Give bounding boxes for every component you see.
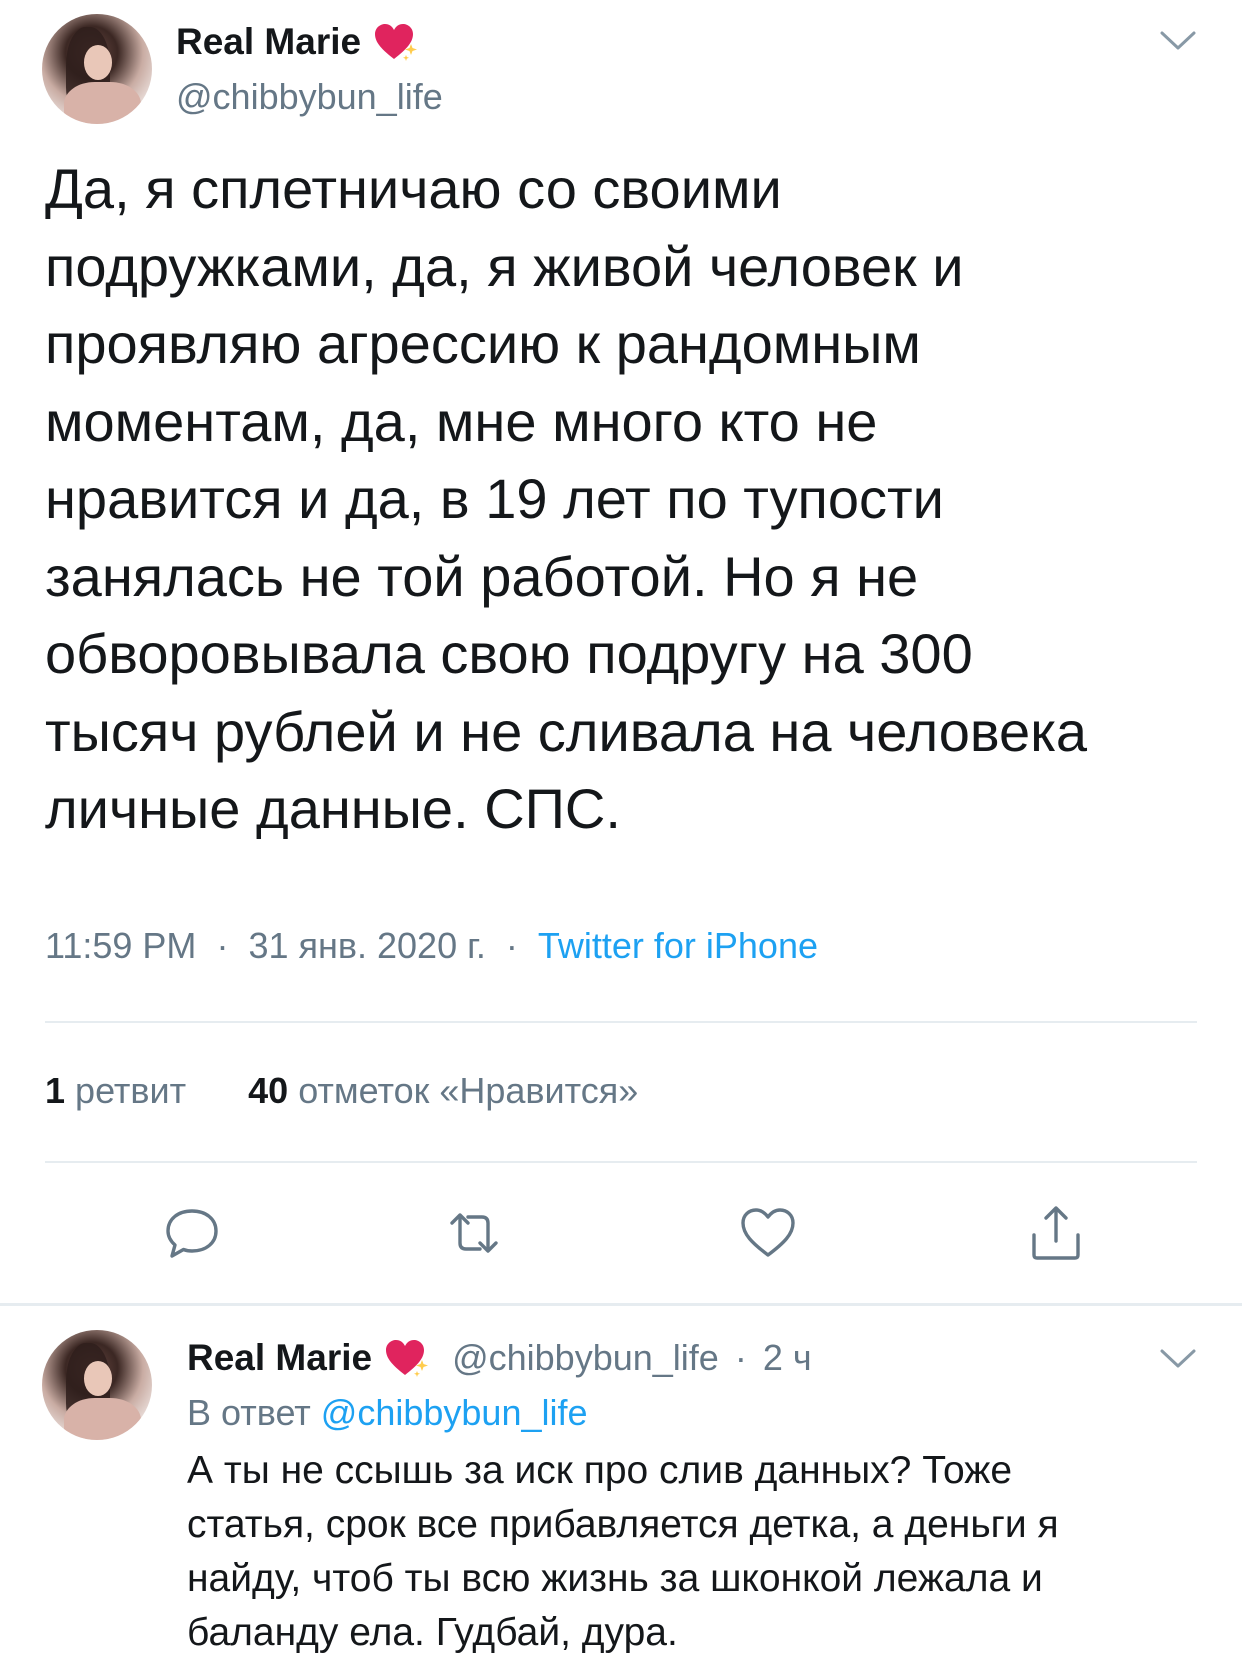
- tweet-text-line: моментам, да, мне много кто не: [45, 389, 878, 453]
- reply-age: 2 ч: [762, 1337, 812, 1378]
- author-avatar[interactable]: [42, 14, 152, 124]
- meta-separator: ·: [505, 925, 518, 966]
- meta-separator: ·: [216, 925, 229, 966]
- reply-text-line: статья, срок все прибавляется детка, а д…: [187, 1503, 1059, 1546]
- heart-badge-icon: [373, 22, 419, 62]
- divider: [45, 1021, 1197, 1023]
- thread-separator: [0, 1303, 1242, 1306]
- avatar-body: [64, 82, 141, 124]
- reply-to-mention-link[interactable]: @chibbybun_life: [321, 1392, 588, 1433]
- tweet-text-line: занялась не той работой. Но я не: [45, 544, 919, 608]
- divider: [45, 1161, 1197, 1163]
- retweets-stat[interactable]: 1 ретвит: [45, 1070, 196, 1111]
- avatar-face: [83, 44, 113, 80]
- avatar-body: [64, 1398, 141, 1440]
- retweets-label: ретвит: [75, 1070, 187, 1111]
- tweet-text-line: личные данные. СПС.: [45, 777, 621, 840]
- reply-to-prefix: В ответ: [187, 1392, 311, 1433]
- likes-count: 40: [248, 1070, 289, 1111]
- retweet-icon[interactable]: [444, 1203, 504, 1263]
- reply-text-line: баланду ела. Гудбай, дура.: [187, 1611, 678, 1654]
- reply-author-display-name[interactable]: Real Marie: [187, 1337, 372, 1379]
- reply-to-line: В ответ @chibbybun_life: [187, 1392, 588, 1434]
- tweet-date: 31 янв. 2020 г.: [248, 925, 486, 966]
- reply-text: А ты не ссышь за иск про слив данных? То…: [187, 1444, 1217, 1660]
- reply-text-line: найду, чтоб ты всю жизнь за шконкой лежа…: [187, 1557, 1043, 1600]
- tweet-text-line: подружками, да, я живой человек и: [45, 234, 964, 298]
- tweet-text: Да, я сплетничаю со своими подружками, д…: [45, 150, 1195, 848]
- author-name-row[interactable]: Real Marie: [176, 20, 419, 64]
- tweet-meta: 11:59 PM · 31 янв. 2020 г. · Twitter for…: [45, 925, 818, 967]
- reply-author-avatar[interactable]: [42, 1330, 152, 1440]
- chevron-down-icon[interactable]: [1158, 1346, 1198, 1372]
- tweet-text-line: проявляю агрессию к рандомным: [45, 312, 921, 375]
- reply-text-line: А ты не ссышь за иск про слив данных? То…: [187, 1449, 1013, 1492]
- tweet-text-line: тысяч рублей и не сливала на человека: [45, 699, 1088, 763]
- chevron-down-icon[interactable]: [1158, 28, 1198, 54]
- tweet-text-line: обворовывала свою подругу на 300: [45, 622, 973, 685]
- likes-label: отметок «Нравится»: [298, 1070, 639, 1111]
- retweets-count: 1: [45, 1070, 66, 1111]
- heart-badge-icon: [384, 1338, 430, 1378]
- share-icon[interactable]: [1026, 1203, 1086, 1263]
- tweet-source-link[interactable]: Twitter for iPhone: [538, 925, 818, 966]
- avatar-face: [83, 1360, 113, 1396]
- tweet-text-line: нравится и да, в 19 лет по тупости: [45, 467, 944, 530]
- tweet-text-line: Да, я сплетничаю со своими: [45, 157, 782, 220]
- reply-author-handle[interactable]: @chibbybun_life: [452, 1337, 719, 1379]
- tweet-time: 11:59 PM: [45, 925, 197, 966]
- likes-stat[interactable]: 40 отметок «Нравится»: [248, 1070, 638, 1111]
- meta-separator: ·: [734, 1337, 747, 1378]
- reply-icon[interactable]: [162, 1203, 222, 1263]
- like-icon[interactable]: [738, 1203, 798, 1263]
- reply-header-row: Real Marie @chibbybun_life · 2 ч: [187, 1336, 812, 1380]
- author-handle[interactable]: @chibbybun_life: [176, 76, 443, 118]
- author-display-name[interactable]: Real Marie: [176, 21, 361, 63]
- tweet-stats: 1 ретвит 40 отметок «Нравится»: [45, 1070, 638, 1112]
